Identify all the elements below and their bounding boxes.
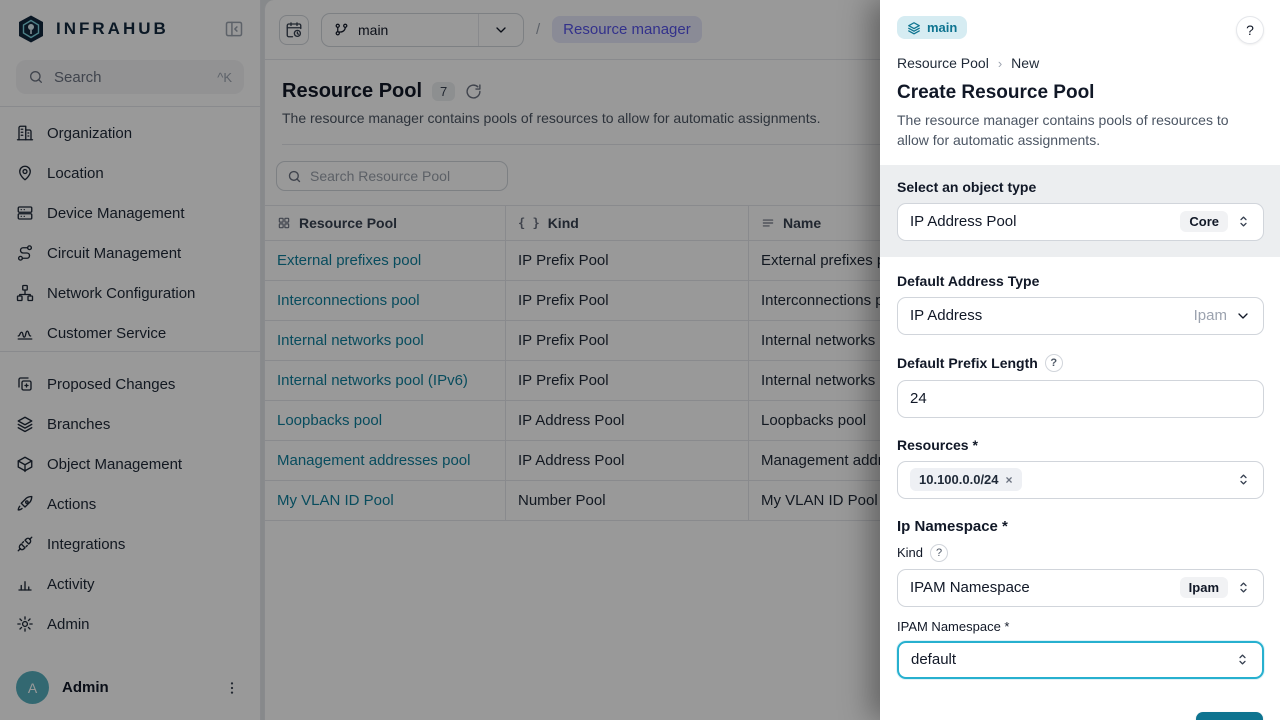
breadcrumb-current: New [1011, 55, 1039, 71]
drawer-description: The resource manager contains pools of r… [897, 110, 1264, 151]
object-type-select[interactable]: IP Address Pool Core [897, 203, 1264, 241]
kind-value: IPAM Namespace [910, 579, 1172, 596]
drawer-footer: Save [880, 698, 1280, 720]
branch-badge-label: main [927, 20, 957, 35]
chevrons-up-down-icon [1236, 472, 1251, 487]
object-type-section: Select an object type IP Address Pool Co… [880, 165, 1280, 257]
ipam-namespace-value: default [911, 651, 1227, 668]
core-badge: Core [1180, 211, 1228, 232]
help-icon[interactable]: ? [1045, 354, 1063, 372]
drawer-title: Create Resource Pool [897, 82, 1264, 104]
branch-badge: main [897, 16, 967, 39]
resources-label: Resources * [897, 437, 978, 453]
chevrons-up-down-icon [1235, 652, 1250, 667]
resource-chip: 10.100.0.0/24 × [910, 468, 1022, 491]
ipam-hint: Ipam [1194, 307, 1227, 324]
layers-icon [907, 21, 921, 35]
ipam-namespace-select[interactable]: default [897, 641, 1264, 679]
help-button[interactable]: ? [1236, 16, 1264, 44]
drawer-header: main ? Resource Pool › New Create Resour… [880, 0, 1280, 165]
app-root: INFRAHUB Search ^K Organization Location… [0, 0, 1280, 720]
default-prefix-length-input[interactable] [897, 380, 1264, 418]
create-resource-pool-drawer: main ? Resource Pool › New Create Resour… [880, 0, 1280, 720]
resource-chip-value: 10.100.0.0/24 [919, 472, 999, 487]
default-prefix-length-label: Default Prefix Length [897, 355, 1038, 371]
ip-namespace-label: Ip Namespace * [897, 518, 1264, 535]
save-button[interactable]: Save [1196, 712, 1263, 720]
drawer-breadcrumb: Resource Pool › New [897, 55, 1264, 71]
remove-chip-icon[interactable]: × [1006, 473, 1013, 487]
default-address-type-label: Default Address Type [897, 273, 1039, 289]
drawer-form: Default Address Type IP Address Ipam Def… [880, 257, 1280, 698]
kind-label: Kind [897, 545, 923, 560]
chevron-right-icon: › [998, 56, 1002, 71]
ipam-badge: Ipam [1180, 577, 1228, 598]
default-address-type-value: IP Address [910, 307, 1186, 324]
ipam-namespace-label: IPAM Namespace * [897, 619, 1009, 634]
object-type-value: IP Address Pool [910, 213, 1172, 230]
kind-select[interactable]: IPAM Namespace Ipam [897, 569, 1264, 607]
chevrons-up-down-icon [1236, 214, 1251, 229]
help-icon[interactable]: ? [930, 544, 948, 562]
breadcrumb-parent[interactable]: Resource Pool [897, 55, 989, 71]
default-address-type-select[interactable]: IP Address Ipam [897, 297, 1264, 335]
chevron-down-icon [1235, 308, 1251, 324]
chevrons-up-down-icon [1236, 580, 1251, 595]
resources-multiselect[interactable]: 10.100.0.0/24 × [897, 461, 1264, 499]
object-type-label: Select an object type [897, 179, 1036, 195]
